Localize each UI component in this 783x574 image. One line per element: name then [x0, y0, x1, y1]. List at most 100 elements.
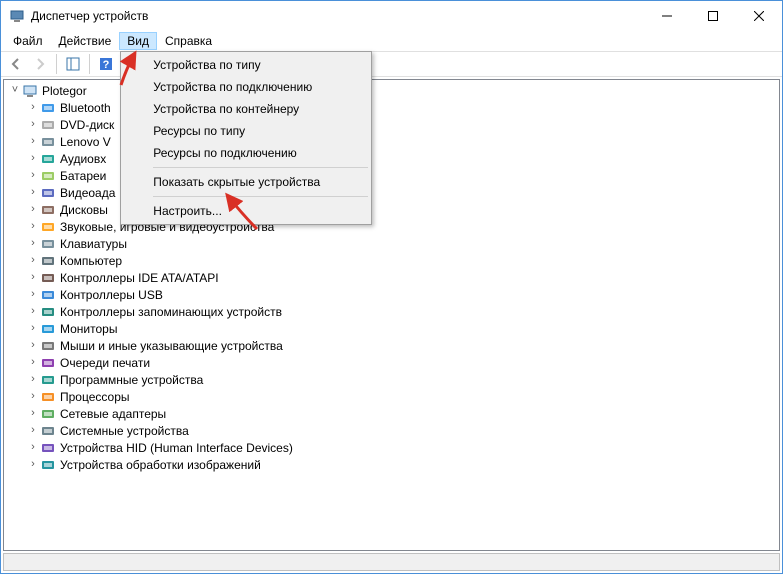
menu-view[interactable]: Вид Устройства по типу Устройства по под…: [119, 32, 157, 50]
expand-icon[interactable]: ›: [26, 289, 40, 300]
view-resources-by-connection[interactable]: Ресурсы по подключению: [123, 142, 369, 164]
tree-node-label: Аудиовх: [60, 152, 106, 166]
tree-node-label: Дисковы: [60, 203, 108, 217]
tree-node-label: Системные устройства: [60, 424, 189, 438]
tree-node[interactable]: › Устройства обработки изображений: [26, 456, 779, 473]
forward-button[interactable]: [29, 53, 51, 75]
tree-node-label: Батареи: [60, 169, 106, 183]
tree-node-label: Контроллеры IDE ATA/ATAPI: [60, 271, 219, 285]
view-dropdown: Устройства по типу Устройства по подключ…: [120, 51, 372, 225]
tree-root-label: Plotegor: [42, 84, 87, 98]
battery-icon: [40, 168, 56, 184]
expand-icon[interactable]: ›: [26, 391, 40, 402]
window-controls: [644, 1, 782, 31]
system-device-icon: [40, 423, 56, 439]
expand-icon[interactable]: ›: [26, 136, 40, 147]
toolbar-separator: [56, 54, 57, 74]
generic-device-icon: [40, 134, 56, 150]
mouse-icon: [40, 338, 56, 354]
expand-icon[interactable]: ›: [26, 187, 40, 198]
maximize-button[interactable]: [690, 1, 736, 31]
view-show-hidden-devices[interactable]: Показать скрытые устройства: [123, 171, 369, 193]
expand-icon[interactable]: ›: [26, 442, 40, 453]
expand-icon[interactable]: ›: [26, 255, 40, 266]
menu-file[interactable]: Файл: [5, 32, 51, 50]
tree-node[interactable]: ›Контроллеры USB: [26, 286, 779, 303]
close-button[interactable]: [736, 1, 782, 31]
window-title: Диспетчер устройств: [31, 9, 148, 23]
expand-icon[interactable]: ›: [26, 357, 40, 368]
expand-icon[interactable]: ›: [26, 306, 40, 317]
computer-icon: [40, 253, 56, 269]
expand-icon[interactable]: ›: [26, 323, 40, 334]
tree-node[interactable]: ›Программные устройства: [26, 371, 779, 388]
disc-icon: [40, 117, 56, 133]
tree-node-label: Контроллеры запоминающих устройств: [60, 305, 282, 319]
tree-node[interactable]: › Устройства HID (Human Interface Devices…: [26, 439, 779, 456]
tree-node[interactable]: › Контроллеры запоминающих устройств: [26, 303, 779, 320]
expand-icon[interactable]: ›: [26, 170, 40, 181]
expand-icon[interactable]: ›: [26, 459, 40, 470]
tree-node-label: Bluetooth: [60, 101, 111, 115]
app-icon: [9, 8, 25, 24]
tree-node-label: Lenovo V: [60, 135, 111, 149]
display-adapter-icon: [40, 185, 56, 201]
tree-node-label: Компьютер: [60, 254, 122, 268]
svg-text:?: ?: [103, 59, 110, 71]
help-button[interactable]: ?: [95, 53, 117, 75]
tree-node[interactable]: ›Клавиатуры: [26, 235, 779, 252]
view-devices-by-connection[interactable]: Устройства по подключению: [123, 76, 369, 98]
printer-queue-icon: [40, 355, 56, 371]
collapse-icon[interactable]: ˅: [8, 85, 22, 96]
expand-icon[interactable]: ›: [26, 272, 40, 283]
ide-controller-icon: [40, 270, 56, 286]
tree-node[interactable]: ›Мониторы: [26, 320, 779, 337]
tree-node[interactable]: › Компьютер: [26, 252, 779, 269]
computer-icon: [22, 83, 38, 99]
expand-icon[interactable]: ›: [26, 238, 40, 249]
tree-node-label: Мыши и иные указывающие устройства: [60, 339, 283, 353]
expand-icon[interactable]: ›: [26, 102, 40, 113]
expand-icon[interactable]: ›: [26, 374, 40, 385]
toolbar: ?: [1, 51, 782, 77]
menu-separator: [153, 167, 368, 168]
menu-separator: [153, 196, 368, 197]
sound-icon: [40, 219, 56, 235]
tree-node[interactable]: ›Процессоры: [26, 388, 779, 405]
hid-device-icon: [40, 440, 56, 456]
view-devices-by-type[interactable]: Устройства по типу: [123, 54, 369, 76]
storage-controller-icon: [40, 304, 56, 320]
processor-icon: [40, 389, 56, 405]
view-customize[interactable]: Настроить...: [123, 200, 369, 222]
menu-view-label: Вид: [127, 34, 149, 48]
expand-icon[interactable]: ›: [26, 119, 40, 130]
expand-icon[interactable]: ›: [26, 425, 40, 436]
expand-icon[interactable]: ›: [26, 221, 40, 232]
expand-icon[interactable]: ›: [26, 204, 40, 215]
tree-node[interactable]: ›Очереди печати: [26, 354, 779, 371]
menubar: Файл Действие Вид Устройства по типу Уст…: [1, 31, 782, 51]
expand-icon[interactable]: ›: [26, 408, 40, 419]
tree-node[interactable]: › Системные устройства: [26, 422, 779, 439]
usb-controller-icon: [40, 287, 56, 303]
view-resources-by-type[interactable]: Ресурсы по типу: [123, 120, 369, 142]
tree-node-label: Устройства HID (Human Interface Devices): [60, 441, 293, 455]
menu-help[interactable]: Справка: [157, 32, 220, 50]
tree-node-label: DVD-диск: [60, 118, 114, 132]
back-button[interactable]: [5, 53, 27, 75]
statusbar: [3, 553, 780, 571]
tree-node[interactable]: › Контроллеры IDE ATA/ATAPI: [26, 269, 779, 286]
titlebar: Диспетчер устройств: [1, 1, 782, 31]
tree-node-label: Сетевые адаптеры: [60, 407, 166, 421]
tree-node-label: Устройства обработки изображений: [60, 458, 261, 472]
expand-icon[interactable]: ›: [26, 340, 40, 351]
imaging-device-icon: [40, 457, 56, 473]
view-devices-by-container[interactable]: Устройства по контейнеру: [123, 98, 369, 120]
expand-icon[interactable]: ›: [26, 153, 40, 164]
software-device-icon: [40, 372, 56, 388]
tree-node[interactable]: › Сетевые адаптеры: [26, 405, 779, 422]
minimize-button[interactable]: [644, 1, 690, 31]
show-hide-console-tree-button[interactable]: [62, 53, 84, 75]
tree-node[interactable]: › Мыши и иные указывающие устройства: [26, 337, 779, 354]
menu-action[interactable]: Действие: [51, 32, 120, 50]
